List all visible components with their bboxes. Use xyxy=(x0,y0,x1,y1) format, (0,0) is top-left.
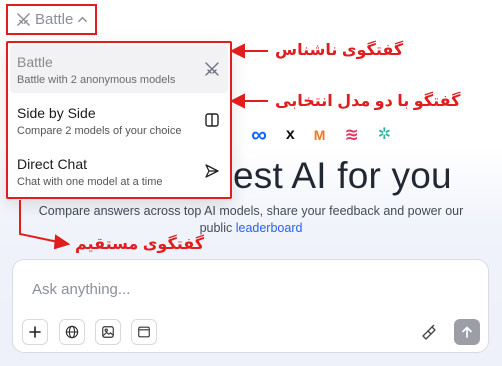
annotation-arrows xyxy=(19,43,268,250)
annotation-arrowhead-battle xyxy=(229,43,245,59)
annotation-label-side-by-side: گفتگو با دو مدل انتخابی xyxy=(275,93,461,110)
annotation-label-battle: گفتگوی ناشناس xyxy=(275,42,404,59)
annotation-label-direct: گفتگوی مستقیم xyxy=(75,236,205,253)
annotation-arrow-direct xyxy=(19,200,59,243)
annotation-arrowhead-direct xyxy=(53,234,71,250)
annotation-arrowhead-side-by-side xyxy=(229,93,245,109)
